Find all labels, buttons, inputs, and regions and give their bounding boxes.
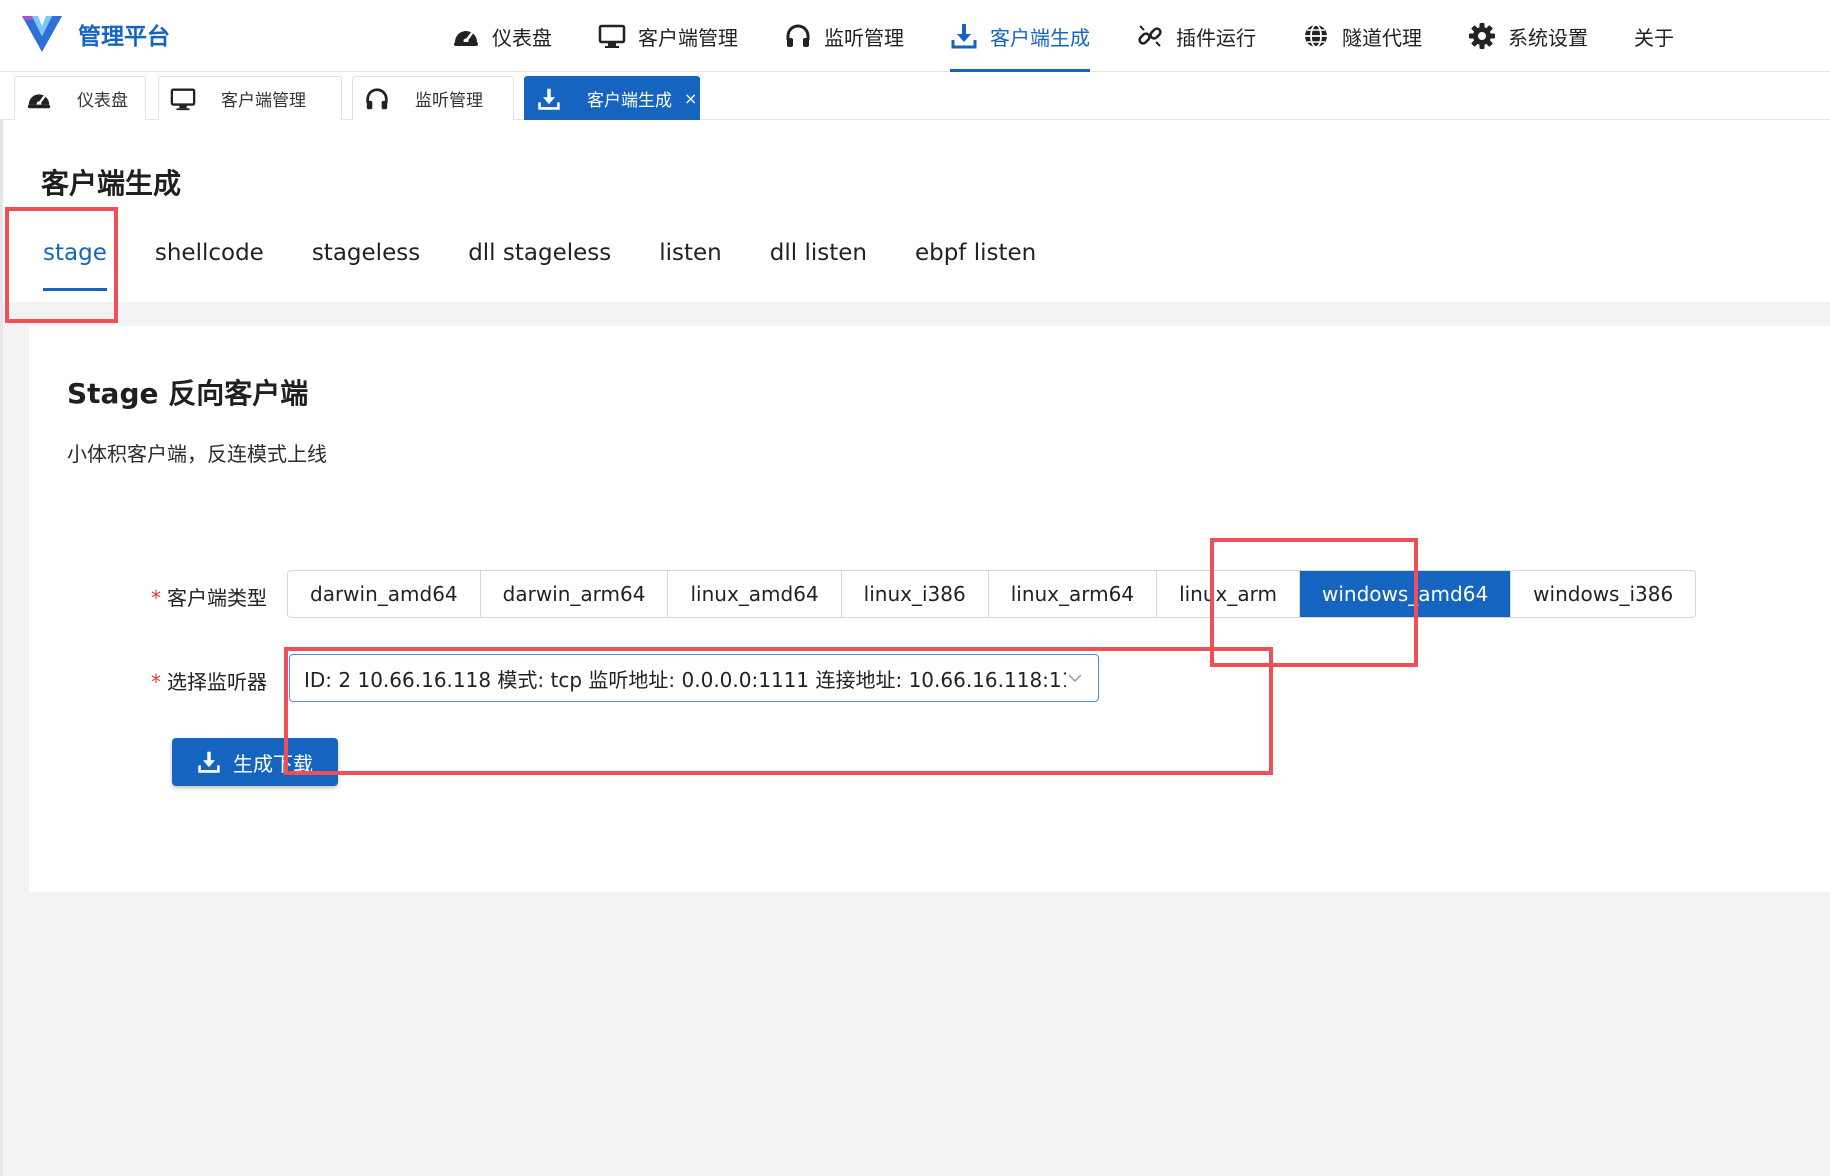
tab-listener-management[interactable]: 监听管理 [352,76,514,120]
page-tab-bar: 仪表盘 客户端管理 监听管理 客户端生成 × [0,72,1830,120]
brand[interactable]: 管理平台 [20,14,170,54]
monitor-icon [598,22,626,50]
client-type-option[interactable]: linux_i386 [842,571,989,617]
nav-label: 关于 [1634,25,1674,50]
nav-label: 隧道代理 [1342,25,1422,50]
tab-label: 客户端生成 [587,91,672,111]
client-type-option[interactable]: linux_arm [1157,571,1300,617]
nav-label: 监听管理 [824,25,904,50]
chevron-down-icon [1068,674,1082,683]
client-type-option[interactable]: linux_arm64 [989,571,1158,617]
required-mark: * [151,586,161,610]
subtab-dll-listen[interactable]: dll listen [770,240,867,296]
tab-label: 监听管理 [415,91,483,111]
listener-select-value: ID: 2 10.66.16.118 模式: tcp 监听地址: 0.0.0.0… [304,667,1066,692]
subtab-dll-stageless[interactable]: dll stageless [468,240,611,296]
nav-client-generate[interactable]: 客户端生成 [950,0,1090,72]
sub-tabs: stage shellcode stageless dll stageless … [43,240,1084,296]
nav-label: 仪表盘 [492,25,552,50]
client-type-option[interactable]: windows_i386 [1511,571,1695,617]
download-icon [197,749,223,775]
download-icon [535,85,563,113]
top-navbar: 管理平台 仪表盘 客户端管理 监听管理 客户端生成 插件运行 隧道代理 系统设置… [0,0,1830,72]
subtab-ebpf-listen[interactable]: ebpf listen [915,240,1036,296]
listener-select[interactable]: ID: 2 10.66.16.118 模式: tcp 监听地址: 0.0.0.0… [289,654,1099,702]
generate-button-label: 生成下载 [233,751,313,776]
tab-dashboard[interactable]: 仪表盘 [14,76,146,120]
nav-plugin-run[interactable]: 插件运行 [1136,0,1256,72]
nav-tunnel-proxy[interactable]: 隧道代理 [1302,0,1422,72]
card-title: Stage 反向客户端 [67,377,309,410]
tab-client-generate[interactable]: 客户端生成 × [524,76,700,120]
plugin-link-icon [1136,22,1164,50]
nav-listener-management[interactable]: 监听管理 [784,0,904,72]
headphones-icon [363,85,391,113]
dashboard-icon [452,22,480,50]
nav-about[interactable]: 关于 [1634,0,1674,72]
globe-icon [1302,22,1330,50]
client-type-option[interactable]: linux_amd64 [668,571,842,617]
tab-label: 客户端管理 [221,91,306,111]
dashboard-icon [25,85,53,113]
tab-label: 仪表盘 [77,91,128,111]
client-type-option-selected[interactable]: windows_amd64 [1299,571,1512,617]
nav-label: 系统设置 [1508,25,1588,50]
brand-title: 管理平台 [78,24,170,50]
subtab-listen[interactable]: listen [659,240,722,296]
top-nav: 仪表盘 客户端管理 监听管理 客户端生成 插件运行 隧道代理 系统设置 关于 [452,0,1720,72]
subtab-stage[interactable]: stage [43,240,107,296]
nav-client-management[interactable]: 客户端管理 [598,0,738,72]
client-type-option[interactable]: darwin_amd64 [288,571,481,617]
monitor-icon [169,85,197,113]
nav-label: 客户端管理 [638,25,738,50]
client-type-option[interactable]: darwin_arm64 [481,571,669,617]
client-type-label: * 客户端类型 [151,586,267,610]
listener-label: * 选择监听器 [151,670,267,694]
headphones-icon [784,22,812,50]
download-icon [950,22,978,50]
content-area: 客户端生成 stage shellcode stageless dll stag… [0,120,1830,1176]
subtab-shellcode[interactable]: shellcode [155,240,264,296]
close-icon[interactable]: × [684,89,697,108]
nav-label: 客户端生成 [990,25,1090,50]
generate-download-button[interactable]: 生成下载 [172,738,338,786]
card-description: 小体积客户端，反连模式上线 [67,442,327,466]
nav-dashboard[interactable]: 仪表盘 [452,0,552,72]
page-title: 客户端生成 [41,167,182,200]
gear-icon [1468,22,1496,50]
subtab-stageless[interactable]: stageless [312,240,420,296]
required-mark: * [151,670,161,694]
tab-client-management[interactable]: 客户端管理 [158,76,342,120]
nav-system-settings[interactable]: 系统设置 [1468,0,1588,72]
stage-card: Stage 反向客户端 小体积客户端，反连模式上线 * 客户端类型 darwin_… [29,326,1830,892]
logo-v-icon [22,16,62,52]
nav-label: 插件运行 [1176,25,1256,50]
client-type-selector: darwin_amd64 darwin_arm64 linux_amd64 li… [287,570,1697,618]
page-header: 客户端生成 stage shellcode stageless dll stag… [3,120,1830,302]
